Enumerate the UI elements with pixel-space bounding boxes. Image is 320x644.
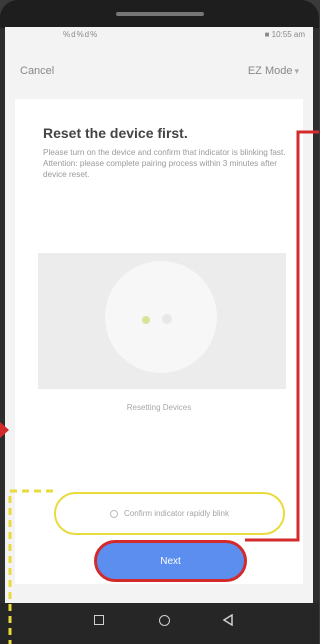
status-bar: %d%d% ■ 10:55 am — [5, 27, 313, 43]
mode-label: EZ Mode — [247, 65, 293, 77]
next-button[interactable]: Next — [94, 540, 247, 582]
earpiece — [116, 12, 204, 16]
home-icon — [158, 614, 170, 626]
top-nav-bar: Cancel EZ Mode ▾ — [5, 57, 313, 83]
page-title: Reset the device first. — [43, 125, 188, 141]
back-button[interactable] — [213, 603, 243, 637]
device-illustration — [38, 253, 286, 389]
app-screen: %d%d% ■ 10:55 am Cancel EZ Mode ▾ Reset t… — [5, 27, 313, 605]
android-nav-bar — [0, 603, 319, 644]
phone-frame: %d%d% ■ 10:55 am Cancel EZ Mode ▾ Reset t… — [0, 0, 319, 644]
confirm-label: Confirm indicator rapidly blink — [124, 509, 229, 518]
illustration-caption: Resetting Devices — [126, 403, 192, 412]
back-icon — [222, 614, 233, 626]
confirm-indicator-checkbox[interactable]: Confirm indicator rapidly blink — [54, 492, 285, 535]
checkbox-icon — [110, 509, 119, 518]
phone-top-bezel — [0, 0, 319, 28]
status-time: ■ 10:55 am — [264, 30, 305, 39]
cancel-button[interactable]: Cancel — [20, 65, 54, 77]
status-signal: %d%d% — [63, 30, 99, 39]
mode-selector[interactable]: EZ Mode ▾ — [248, 65, 299, 77]
device-image — [105, 261, 217, 373]
recent-apps-icon — [94, 615, 104, 625]
indicator-light-icon — [142, 316, 150, 324]
indicator-dim-icon — [162, 314, 172, 324]
attention-text: Attention: please complete pairing proce… — [43, 159, 277, 179]
instructions: Please turn on the device and confirm th… — [43, 147, 293, 180]
home-button[interactable] — [149, 603, 179, 637]
instruction-text: Please turn on the device and confirm th… — [43, 148, 286, 157]
chevron-down-icon: ▾ — [294, 66, 299, 76]
recent-apps-button[interactable] — [84, 603, 114, 637]
